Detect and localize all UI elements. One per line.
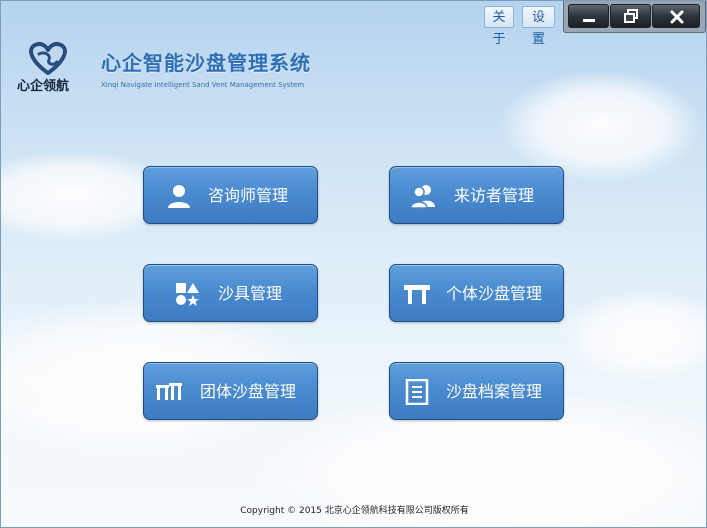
about-button[interactable]: 关于	[484, 6, 514, 47]
restore-button[interactable]	[610, 4, 651, 28]
group-sandbox-management-button[interactable]: 团体沙盘管理	[143, 362, 318, 420]
group-sandbox-management-label: 团体沙盘管理	[200, 382, 297, 401]
minimize-button[interactable]	[568, 4, 609, 28]
sandbox-archive-management-button[interactable]: 沙盘档案管理	[389, 362, 564, 420]
shapes-icon	[176, 283, 199, 306]
app-subtitle: Xinqi Navigate Intelligent Sand Vent Man…	[101, 81, 305, 89]
visitor-management-button[interactable]: 来访者管理	[389, 166, 564, 224]
close-icon	[670, 10, 684, 24]
cloud-decoration	[501, 71, 701, 181]
logo-text: 心企领航	[17, 79, 70, 94]
sandbox-archive-management-label: 沙盘档案管理	[446, 382, 543, 401]
minimize-icon	[583, 19, 595, 22]
restore-icon	[624, 9, 638, 23]
counselor-management-label: 咨询师管理	[208, 186, 289, 205]
close-button[interactable]	[652, 4, 700, 28]
settings-button[interactable]: 设置	[522, 6, 555, 47]
document-icon	[405, 379, 429, 405]
counselor-management-button[interactable]: 咨询师管理	[143, 166, 318, 224]
visitor-management-label: 来访者管理	[454, 186, 535, 205]
sand-tool-management-label: 沙具管理	[218, 284, 283, 303]
app-title: 心企智能沙盘管理系统	[101, 51, 311, 75]
table-icon	[404, 285, 430, 304]
copyright-footer: Copyright © 2015 北京心企领航科技有限公司版权所有	[240, 506, 469, 516]
individual-sandbox-management-button[interactable]: 个体沙盘管理	[389, 264, 564, 322]
cloud-decoration	[561, 291, 706, 381]
app-window: 心企领航 心企智能沙盘管理系统 Xinqi Navigate Intellige…	[0, 0, 707, 528]
sand-tool-management-button[interactable]: 沙具管理	[143, 264, 318, 322]
users-icon	[410, 185, 435, 209]
user-icon	[168, 185, 190, 208]
window-controls	[563, 1, 706, 33]
individual-sandbox-management-label: 个体沙盘管理	[446, 284, 543, 303]
group-tables-icon	[156, 383, 182, 400]
